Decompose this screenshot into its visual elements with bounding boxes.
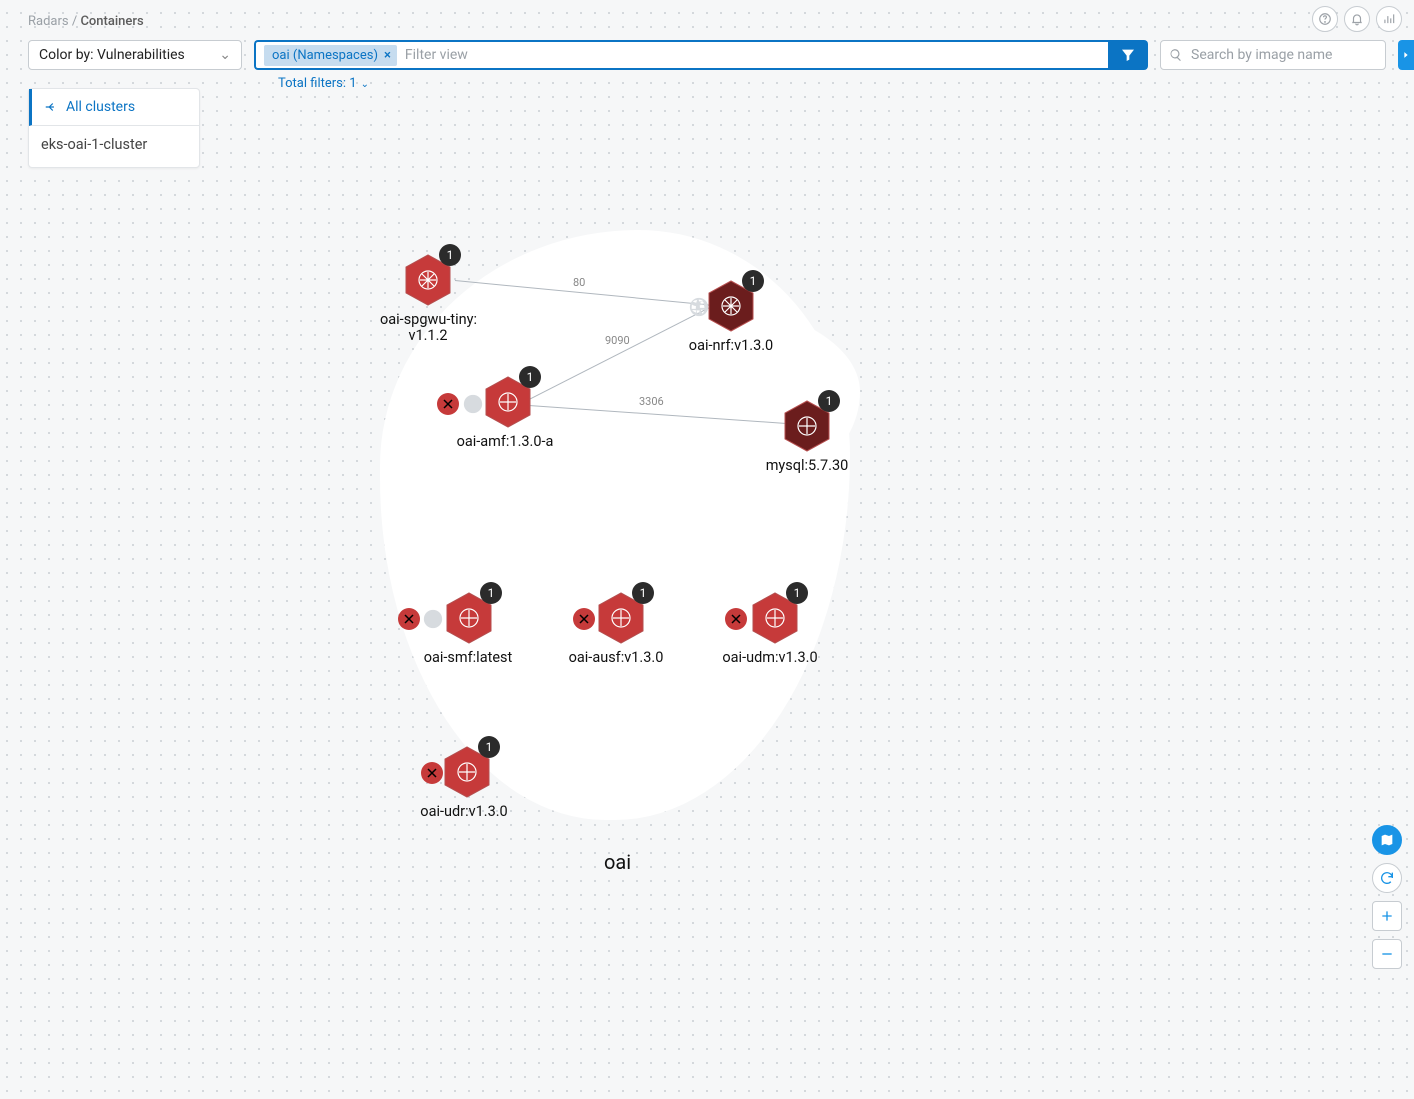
node-count: 1 <box>742 270 764 292</box>
node-label: oai-nrf:v1.3.0 <box>686 338 776 354</box>
node-udm[interactable]: 1 oai-udm:v1.3.0 <box>716 592 824 666</box>
cluster-name[interactable]: eks-oai-1-cluster <box>29 126 199 167</box>
all-clusters-link[interactable]: All clusters <box>29 89 199 126</box>
node-label: oai-ausf:v1.3.0 <box>562 650 670 666</box>
stats-icon[interactable] <box>1376 6 1402 32</box>
zoom-in-button[interactable] <box>1372 901 1402 931</box>
node-label: mysql:5.7.30 <box>762 458 852 474</box>
colorby-label: Color by: Vulnerabilities <box>39 47 185 63</box>
node-label: oai-spgwu-tiny: v1.1.2 <box>380 312 476 344</box>
node-count: 1 <box>818 390 840 412</box>
node-count: 1 <box>480 582 502 604</box>
node-count: 1 <box>478 736 500 758</box>
total-filters-toggle[interactable]: Total filters: 1 ⌄ <box>278 76 369 91</box>
filter-apply-button[interactable] <box>1108 40 1148 70</box>
node-label: oai-udm:v1.3.0 <box>716 650 824 666</box>
node-count: 1 <box>632 582 654 604</box>
edge-label-amf-nrf: 9090 <box>605 334 630 347</box>
cluster-picker-card: All clusters eks-oai-1-cluster <box>28 88 200 168</box>
close-icon[interactable]: × <box>384 48 391 63</box>
search-placeholder: Search by image name <box>1191 47 1332 63</box>
namespace-label: oai <box>604 850 631 874</box>
edge-label-amf-mysql: 3306 <box>639 395 664 408</box>
filter-placeholder: Filter view <box>405 47 468 63</box>
node-smf[interactable]: 1 oai-smf:latest <box>418 592 518 666</box>
funnel-icon <box>1120 47 1136 63</box>
plus-icon <box>1379 908 1395 924</box>
chevron-right-icon <box>1401 50 1411 60</box>
panel-expand-button[interactable] <box>1398 40 1414 70</box>
chevron-down-icon: ⌄ <box>219 47 231 63</box>
node-spgwu[interactable]: 1 oai-spgwu-tiny: v1.1.2 <box>380 254 476 344</box>
filter-view-box: oai (Namespaces) × Filter view <box>254 40 1148 70</box>
edge-label-spgwu-nrf: 80 <box>573 276 585 289</box>
arrow-left-icon <box>44 100 58 114</box>
refresh-icon <box>1379 870 1395 886</box>
center-map-button[interactable] <box>1372 825 1402 855</box>
node-label: oai-amf:1.3.0-a <box>455 434 555 450</box>
chevron-down-icon: ⌄ <box>361 79 369 90</box>
node-udr[interactable]: 1 oai-udr:v1.3.0 <box>414 746 514 820</box>
all-clusters-label: All clusters <box>66 99 135 115</box>
node-label: oai-udr:v1.3.0 <box>414 804 514 820</box>
node-count: 1 <box>439 244 461 266</box>
zoom-out-button[interactable] <box>1372 939 1402 969</box>
help-icon[interactable] <box>1312 6 1338 32</box>
map-icon <box>1379 832 1395 848</box>
breadcrumb-current: Containers <box>80 14 143 29</box>
filter-chip-oai[interactable]: oai (Namespaces) × <box>264 45 397 66</box>
breadcrumb: Radars / Containers <box>28 14 144 29</box>
node-mysql[interactable]: 1 mysql:5.7.30 <box>762 400 852 474</box>
node-nrf[interactable]: 1 oai-nrf:v1.3.0 <box>686 280 776 354</box>
node-count: 1 <box>519 366 541 388</box>
colorby-select[interactable]: Color by: Vulnerabilities ⌄ <box>28 40 242 70</box>
topology-stage[interactable]: 80 9090 3306 1 oai-spgwu-tiny: v1.1.2 1 … <box>0 0 1414 1099</box>
minus-icon <box>1379 946 1395 962</box>
search-icon <box>1169 48 1183 62</box>
node-count: 1 <box>786 582 808 604</box>
filter-chip-label: oai (Namespaces) <box>272 48 378 63</box>
alert-icon <box>398 608 420 630</box>
breadcrumb-root[interactable]: Radars <box>28 14 69 29</box>
total-filters-label: Total filters: 1 <box>278 76 357 91</box>
search-image-input[interactable]: Search by image name <box>1160 40 1386 70</box>
node-label: oai-smf:latest <box>418 650 518 666</box>
refresh-button[interactable] <box>1372 863 1402 893</box>
node-amf[interactable]: 1 oai-amf:1.3.0-a <box>455 376 555 450</box>
filter-input[interactable]: oai (Namespaces) × Filter view <box>254 40 1108 70</box>
bell-icon[interactable] <box>1344 6 1370 32</box>
node-ausf[interactable]: 1 oai-ausf:v1.3.0 <box>562 592 670 666</box>
